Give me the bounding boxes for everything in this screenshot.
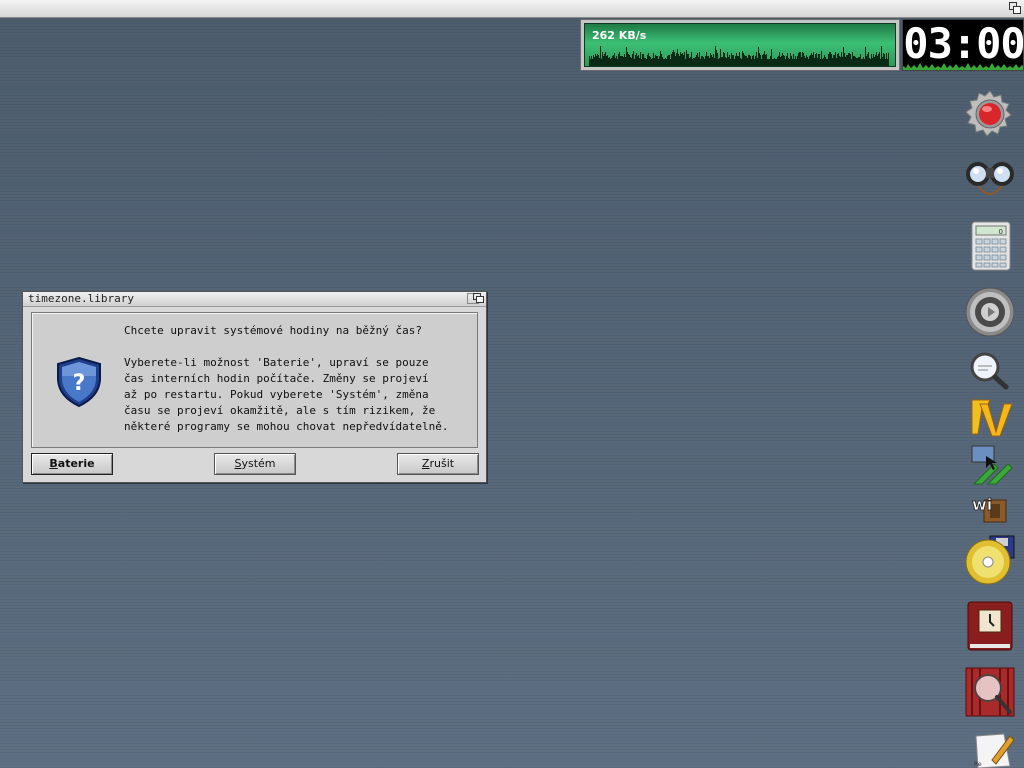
- speaker-icon[interactable]: [964, 286, 1016, 338]
- network-graph-baseline: [589, 62, 889, 66]
- svg-text:wi: wi: [972, 495, 992, 514]
- cancel-button[interactable]: Zrušit: [397, 453, 479, 475]
- dialog-question: Chcete upravit systémové hodiny na běžný…: [124, 324, 423, 337]
- timezone-dialog: timezone.library ? Chcete upravit systém…: [22, 291, 487, 483]
- search-binoculars-icon[interactable]: [964, 154, 1016, 206]
- battery-button-key: B: [49, 457, 58, 470]
- dialog-body-line-1: Vyberete-li možnost 'Baterie', upraví se…: [124, 356, 429, 369]
- network-graph-bar: [843, 47, 844, 64]
- clock-widget: 03:00: [902, 19, 1024, 71]
- dialog-title-bar[interactable]: timezone.library: [23, 292, 486, 307]
- network-graph-bar: [715, 46, 716, 64]
- system-button[interactable]: Systém: [214, 453, 296, 475]
- clock-time: 03:00: [903, 19, 1024, 68]
- network-monitor: 262 KB/s: [580, 19, 900, 71]
- wifi-icon[interactable]: wi: [970, 490, 1008, 524]
- svg-text:?: ?: [73, 371, 86, 396]
- clock-book-icon[interactable]: [964, 600, 1016, 652]
- dialog-body-line-5: některé programy se mohou chovat nepředv…: [124, 420, 449, 433]
- screen-tool-icon[interactable]: [968, 444, 1014, 486]
- network-graph-bar: [677, 49, 678, 64]
- dialog-message-area: ? Chcete upravit systémové hodiny na běž…: [31, 312, 478, 448]
- network-graph-bar: [881, 46, 882, 64]
- network-graph-bar: [686, 50, 687, 64]
- battery-button[interactable]: Baterie: [31, 453, 113, 475]
- image-viewer-icon[interactable]: [964, 666, 1016, 718]
- battery-button-label: aterie: [57, 457, 95, 470]
- question-shield-icon: ?: [57, 356, 101, 408]
- svg-text:0: 0: [999, 228, 1003, 236]
- network-graph-bar: [673, 50, 674, 64]
- depth-gadget-icon[interactable]: [473, 293, 485, 304]
- magnifier-icon[interactable]: [968, 350, 1010, 390]
- svg-text:Re: Re: [974, 761, 982, 768]
- system-button-label: ystém: [241, 457, 276, 470]
- network-activity-graph: [589, 46, 889, 66]
- network-graph-bar: [771, 49, 772, 64]
- disk-save-icon[interactable]: [964, 534, 1016, 586]
- dialog-title: timezone.library: [28, 292, 134, 305]
- depth-gadget-icon[interactable]: [1009, 2, 1021, 14]
- network-graph-bar: [626, 47, 627, 64]
- network-graph-bar: [600, 46, 601, 64]
- cancel-button-label: rušit: [429, 457, 455, 470]
- network-graph: 262 KB/s: [584, 23, 896, 67]
- tv-icon[interactable]: [968, 394, 1014, 438]
- network-graph-bar: [720, 49, 721, 64]
- dialog-message: Chcete upravit systémové hodiny na běžný…: [124, 323, 449, 435]
- dialog-body-line-4: času se projeví okamžitě, ale s tím rizi…: [124, 404, 436, 417]
- network-graph-bar: [716, 50, 717, 64]
- text-editor-icon[interactable]: Re: [970, 730, 1018, 768]
- calculator-icon[interactable]: 0: [964, 220, 1016, 272]
- network-graph-bar: [758, 47, 759, 64]
- dialog-body-line-2: čas interních hodin počítače. Změny se p…: [124, 372, 429, 385]
- dialog-body-line-3: až po restartu. Pokud vyberete 'Systém',…: [124, 388, 429, 401]
- prefs-icon[interactable]: [964, 88, 1016, 140]
- network-graph-bar: [865, 47, 866, 64]
- screen-title-bar: [0, 0, 1024, 18]
